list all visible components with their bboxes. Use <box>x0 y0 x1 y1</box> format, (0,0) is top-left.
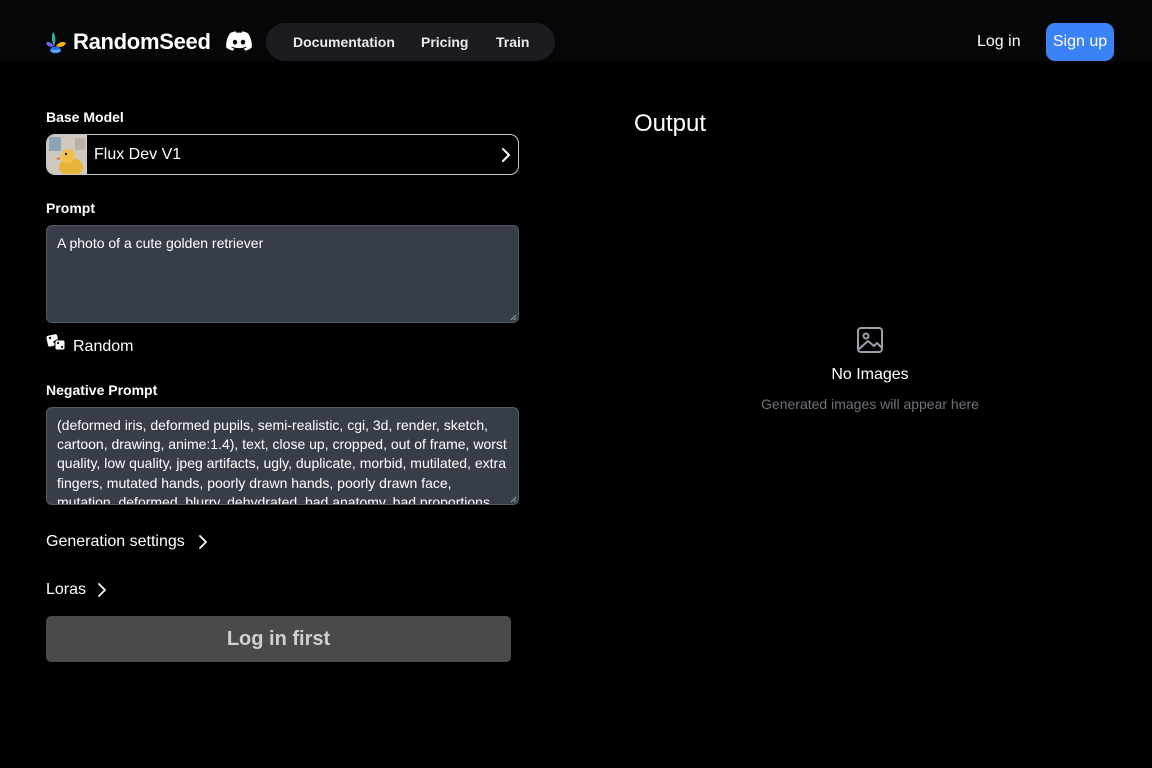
main-nav: Documentation Pricing Train <box>266 23 555 61</box>
chevron-right-icon <box>502 148 510 162</box>
chevron-right-icon <box>98 583 106 597</box>
negative-prompt-text: (deformed iris, deformed pupils, semi-re… <box>57 417 507 505</box>
resize-grip-icon[interactable] <box>509 495 517 503</box>
output-title: Output <box>634 110 707 137</box>
loras-toggle[interactable]: Loras <box>46 581 112 599</box>
signup-button[interactable]: Sign up <box>1046 23 1114 61</box>
prompt-label: Prompt <box>46 200 95 216</box>
empty-state-title: No Images <box>831 366 909 383</box>
top-bar: RandomSeed Documentation Pricing Train L… <box>0 0 1152 62</box>
negative-prompt-label: Negative Prompt <box>46 382 158 398</box>
empty-state-subtitle: Generated images will appear here <box>761 396 979 412</box>
model-thumbnail <box>47 135 87 174</box>
negative-prompt-input[interactable]: (deformed iris, deformed pupils, semi-re… <box>46 407 519 505</box>
generation-settings-toggle[interactable]: Generation settings <box>46 533 213 551</box>
brand-logo[interactable]: RandomSeed <box>45 29 211 55</box>
random-prompt-button[interactable]: Random <box>46 334 133 355</box>
base-model-select[interactable]: Flux Dev V1 <box>46 134 519 175</box>
resize-grip-icon[interactable] <box>509 313 517 321</box>
randomseed-logo-icon <box>46 32 66 54</box>
image-icon <box>857 327 883 353</box>
nav-pricing[interactable]: Pricing <box>421 34 468 50</box>
login-link[interactable]: Log in <box>977 33 1021 51</box>
loras-label: Loras <box>46 581 87 598</box>
prompt-text: A photo of a cute golden retriever <box>57 235 264 251</box>
base-model-label: Base Model <box>46 109 124 125</box>
discord-icon[interactable] <box>226 31 252 51</box>
random-label: Random <box>73 338 134 355</box>
nav-train[interactable]: Train <box>496 34 529 50</box>
base-model-value: Flux Dev V1 <box>94 146 182 163</box>
chevron-right-icon <box>198 535 207 549</box>
duck-image <box>47 135 87 174</box>
brand-name: RandomSeed <box>73 29 211 54</box>
submit-button[interactable]: Log in first <box>46 616 511 662</box>
generation-settings-label: Generation settings <box>46 533 185 550</box>
dice-icon <box>46 334 66 351</box>
nav-documentation[interactable]: Documentation <box>293 34 395 50</box>
prompt-input[interactable]: A photo of a cute golden retriever <box>46 225 519 323</box>
